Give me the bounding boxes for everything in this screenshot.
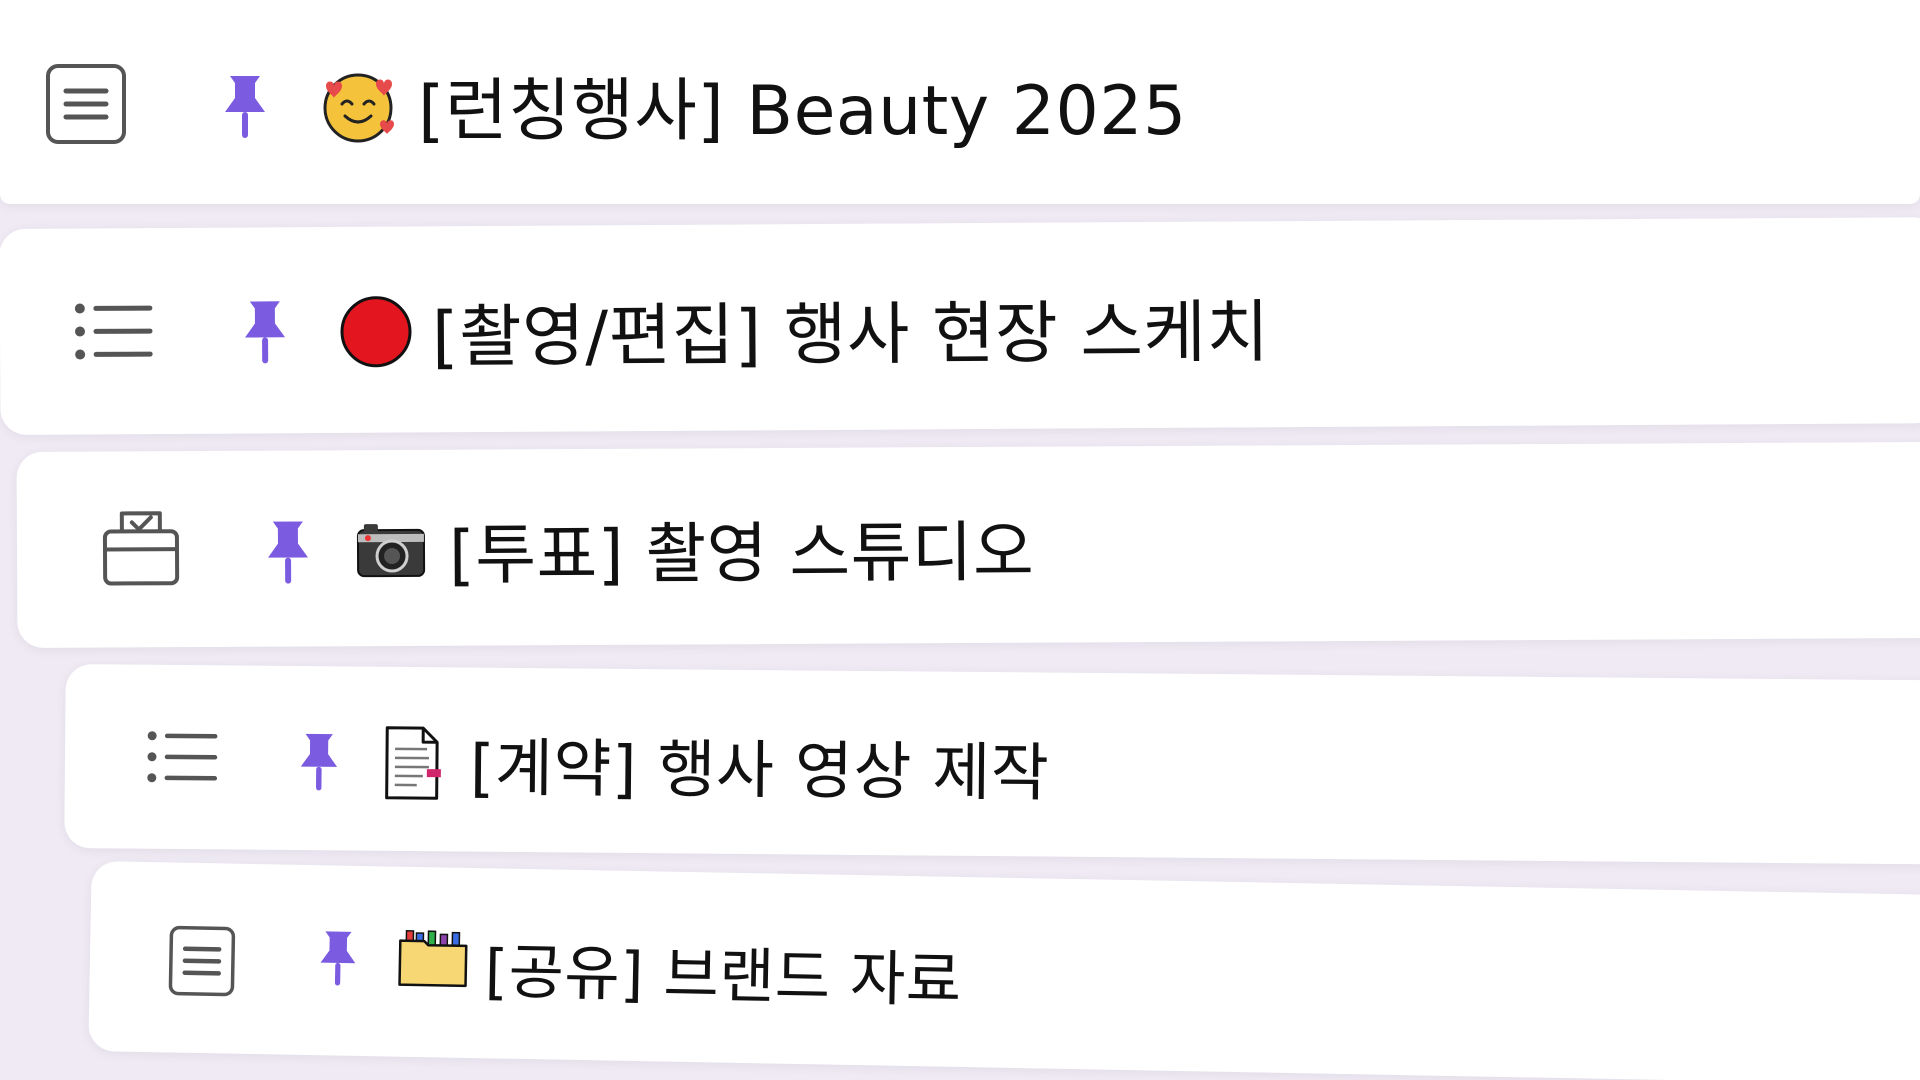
pushpin-icon[interactable] <box>265 519 311 585</box>
list-item[interactable]: [계약] 행사 영상 제작 <box>64 664 1920 865</box>
item-title[interactable]: [계약] 행사 영상 제작 <box>470 718 1050 814</box>
camera-icon <box>356 522 426 578</box>
pushpin-icon[interactable] <box>298 732 341 792</box>
item-title[interactable]: [촬영/편집] 행사 현장 스케치 <box>432 276 1270 380</box>
bulleted-list-icon <box>74 300 154 362</box>
list-item[interactable]: [공유] 브랜드 자료 <box>88 861 1920 1080</box>
list-item[interactable]: [런칭행사] Beauty 2025 <box>0 0 1920 204</box>
smiling-face-with-hearts-icon <box>320 70 396 146</box>
item-title[interactable]: [투표] 촬영 스튜디오 <box>449 499 1035 598</box>
item-title[interactable]: [공유] 브랜드 자료 <box>484 923 962 1019</box>
file-folder-icon <box>397 929 468 988</box>
pinned-list: [런칭행사] Beauty 2025 [촬영/편집] 행사 현장 스케치 [투표… <box>0 0 1920 1080</box>
item-title[interactable]: [런칭행사] Beauty 2025 <box>418 55 1187 154</box>
pushpin-icon[interactable] <box>317 929 358 988</box>
document-lines-icon <box>167 924 236 997</box>
ballot-box-icon <box>102 509 180 587</box>
pushpin-icon[interactable] <box>242 299 288 365</box>
list-item[interactable]: [촬영/편집] 행사 현장 스케치 <box>0 217 1920 435</box>
page-with-curl-icon <box>383 725 444 802</box>
red-circle-icon <box>339 294 413 368</box>
pushpin-icon[interactable] <box>222 74 268 140</box>
list-item[interactable]: [투표] 촬영 스튜디오 <box>16 441 1920 648</box>
document-lines-icon <box>45 63 127 145</box>
bulleted-list-icon <box>147 729 219 786</box>
